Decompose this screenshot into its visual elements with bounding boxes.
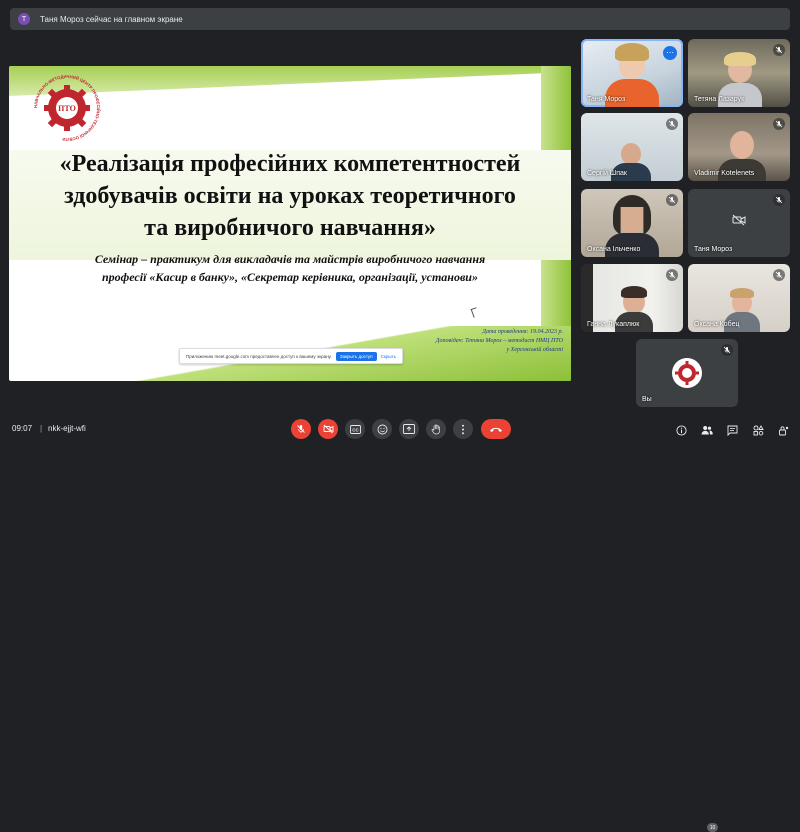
mic-off-icon: [721, 344, 733, 356]
bottom-toolbar: 09:07 | nkk-ejjt-wfi CC 10: [0, 410, 800, 832]
activities-button[interactable]: [751, 423, 765, 437]
participant-tile[interactable]: Ганна Лукаплюк: [581, 264, 683, 332]
participant-body: [718, 83, 762, 107]
meeting-code: nkk-ejjt-wfi: [48, 424, 86, 433]
participant-name: Таня Мороз: [694, 246, 733, 253]
clock: 09:07: [12, 424, 33, 433]
mic-toggle-button[interactable]: [291, 419, 311, 439]
slide-subtitle-line: Семінар – практикум для викладачів та ма…: [94, 252, 486, 266]
shared-screen: ПТО НАВЧАЛЬНО-МЕТОДИЧНИЙ ЦЕНТР ПРОФЕСІЙН…: [9, 66, 571, 381]
participant-tile[interactable]: Тетяна Лазарук: [688, 39, 790, 107]
end-call-icon: [490, 427, 502, 432]
screen-share-notice-text: Приложению meet.google.com предоставлен …: [186, 353, 332, 359]
participant-body: [605, 233, 659, 257]
participant-name: Вы: [642, 396, 652, 403]
participant-name: Vladimir Kotelenets: [694, 170, 755, 177]
participant-name: Сергій Шпак: [587, 170, 627, 177]
participant-name: Ганна Лукаплюк: [587, 321, 640, 328]
info-icon: [675, 424, 687, 436]
mic-off-icon: [666, 269, 678, 281]
participant-hair: [724, 52, 756, 66]
slide-title-line: здобувачів освіти на уроках теоретичного: [64, 183, 516, 209]
participant-name: Оксана Ільченко: [587, 246, 641, 253]
host-controls-button[interactable]: [776, 423, 790, 437]
toolbar-separator: |: [40, 424, 43, 433]
presenting-banner-text: Таня Мороз сейчас на главном экране: [40, 14, 183, 24]
present-screen-icon: [403, 424, 415, 434]
stop-sharing-button[interactable]: Закрыть доступ: [335, 351, 377, 361]
presenting-banner: Т Таня Мороз сейчас на главном экране: [10, 8, 790, 30]
participant-count-badge: 10: [707, 823, 718, 832]
self-avatar-logo-icon: [675, 361, 699, 385]
slide-title-line: «Реалізація професійних компетентностей: [59, 151, 521, 177]
raise-hand-button[interactable]: [426, 419, 446, 439]
lock-person-icon: [778, 425, 788, 435]
mic-off-icon: [297, 425, 305, 433]
reactions-button[interactable]: [372, 419, 392, 439]
participant-tile[interactable]: ⋯ Таня Мороз: [581, 39, 683, 107]
mouse-cursor-icon: [470, 307, 480, 318]
participant-hair: [730, 288, 754, 298]
presenter-avatar-letter: Т: [21, 15, 27, 23]
camera-toggle-button[interactable]: [318, 419, 338, 439]
organization-logo: ПТО НАВЧАЛЬНО-МЕТОДИЧНИЙ ЦЕНТР ПРОФЕСІЙН…: [31, 72, 103, 144]
participant-hair: [615, 43, 649, 61]
slide-title-line: та виробничого навчання»: [144, 215, 436, 241]
participant-name: Таня Мороз: [587, 96, 626, 103]
more-options-button[interactable]: [453, 419, 473, 439]
participant-name: Тетяна Лазарук: [694, 96, 745, 103]
screen-share-notice: Приложению meet.google.com предоставлен …: [179, 348, 403, 364]
mic-off-icon: [666, 118, 678, 130]
chat-icon: [727, 425, 737, 436]
slide-subtitle-line: професії «Касир в банку», «Секретар кері…: [102, 270, 478, 284]
svg-text:CC: CC: [352, 427, 359, 432]
present-screen-button[interactable]: [399, 419, 419, 439]
people-icon: [701, 426, 713, 435]
participant-face: [730, 131, 754, 159]
slide-title: «Реалізація професійних компетентностей …: [9, 148, 571, 244]
mic-off-icon: [773, 194, 785, 206]
logo-center-text: ПТО: [58, 104, 76, 113]
captions-icon: CC: [349, 424, 361, 434]
participant-hair: [621, 286, 647, 298]
chat-button[interactable]: [725, 423, 739, 437]
participant-face: [621, 143, 641, 165]
camera-off-icon: [732, 213, 746, 231]
self-avatar: [672, 358, 702, 388]
people-button[interactable]: [700, 423, 714, 437]
leave-call-button[interactable]: [481, 419, 511, 439]
self-tile[interactable]: Вы: [636, 339, 738, 407]
captions-button[interactable]: CC: [345, 419, 365, 439]
mic-off-icon: [773, 44, 785, 56]
slide-credits-line: Доповідач: Тетяна Мороз – методист НМЦ П…: [435, 338, 563, 344]
meeting-details-button[interactable]: [674, 423, 688, 437]
slide-credits-line: Дата проведення: 19.04.2023 р.: [482, 329, 563, 335]
mic-off-icon: [773, 118, 785, 130]
emoji-icon: [377, 424, 387, 434]
hide-notice-button[interactable]: Скрыть: [381, 354, 396, 359]
activities-icon: [753, 424, 764, 435]
tile-more-options-icon[interactable]: ⋯: [663, 46, 677, 60]
hand-icon: [431, 423, 440, 434]
participant-tile[interactable]: Сергій Шпак: [581, 113, 683, 181]
mic-off-icon: [773, 269, 785, 281]
participant-name: Оксана Кобец: [694, 321, 740, 328]
participant-tile[interactable]: Таня Мороз: [688, 189, 790, 257]
presenter-avatar: Т: [18, 13, 30, 25]
slide-subtitle: Семінар – практикум для викладачів та ма…: [9, 250, 571, 286]
more-vertical-icon: [462, 424, 464, 434]
participant-tile[interactable]: Оксана Кобец: [688, 264, 790, 332]
mic-off-icon: [666, 194, 678, 206]
camera-off-icon: [323, 424, 333, 434]
participant-tile[interactable]: Оксана Ільченко: [581, 189, 683, 257]
participant-tile[interactable]: Vladimir Kotelenets: [688, 113, 790, 181]
